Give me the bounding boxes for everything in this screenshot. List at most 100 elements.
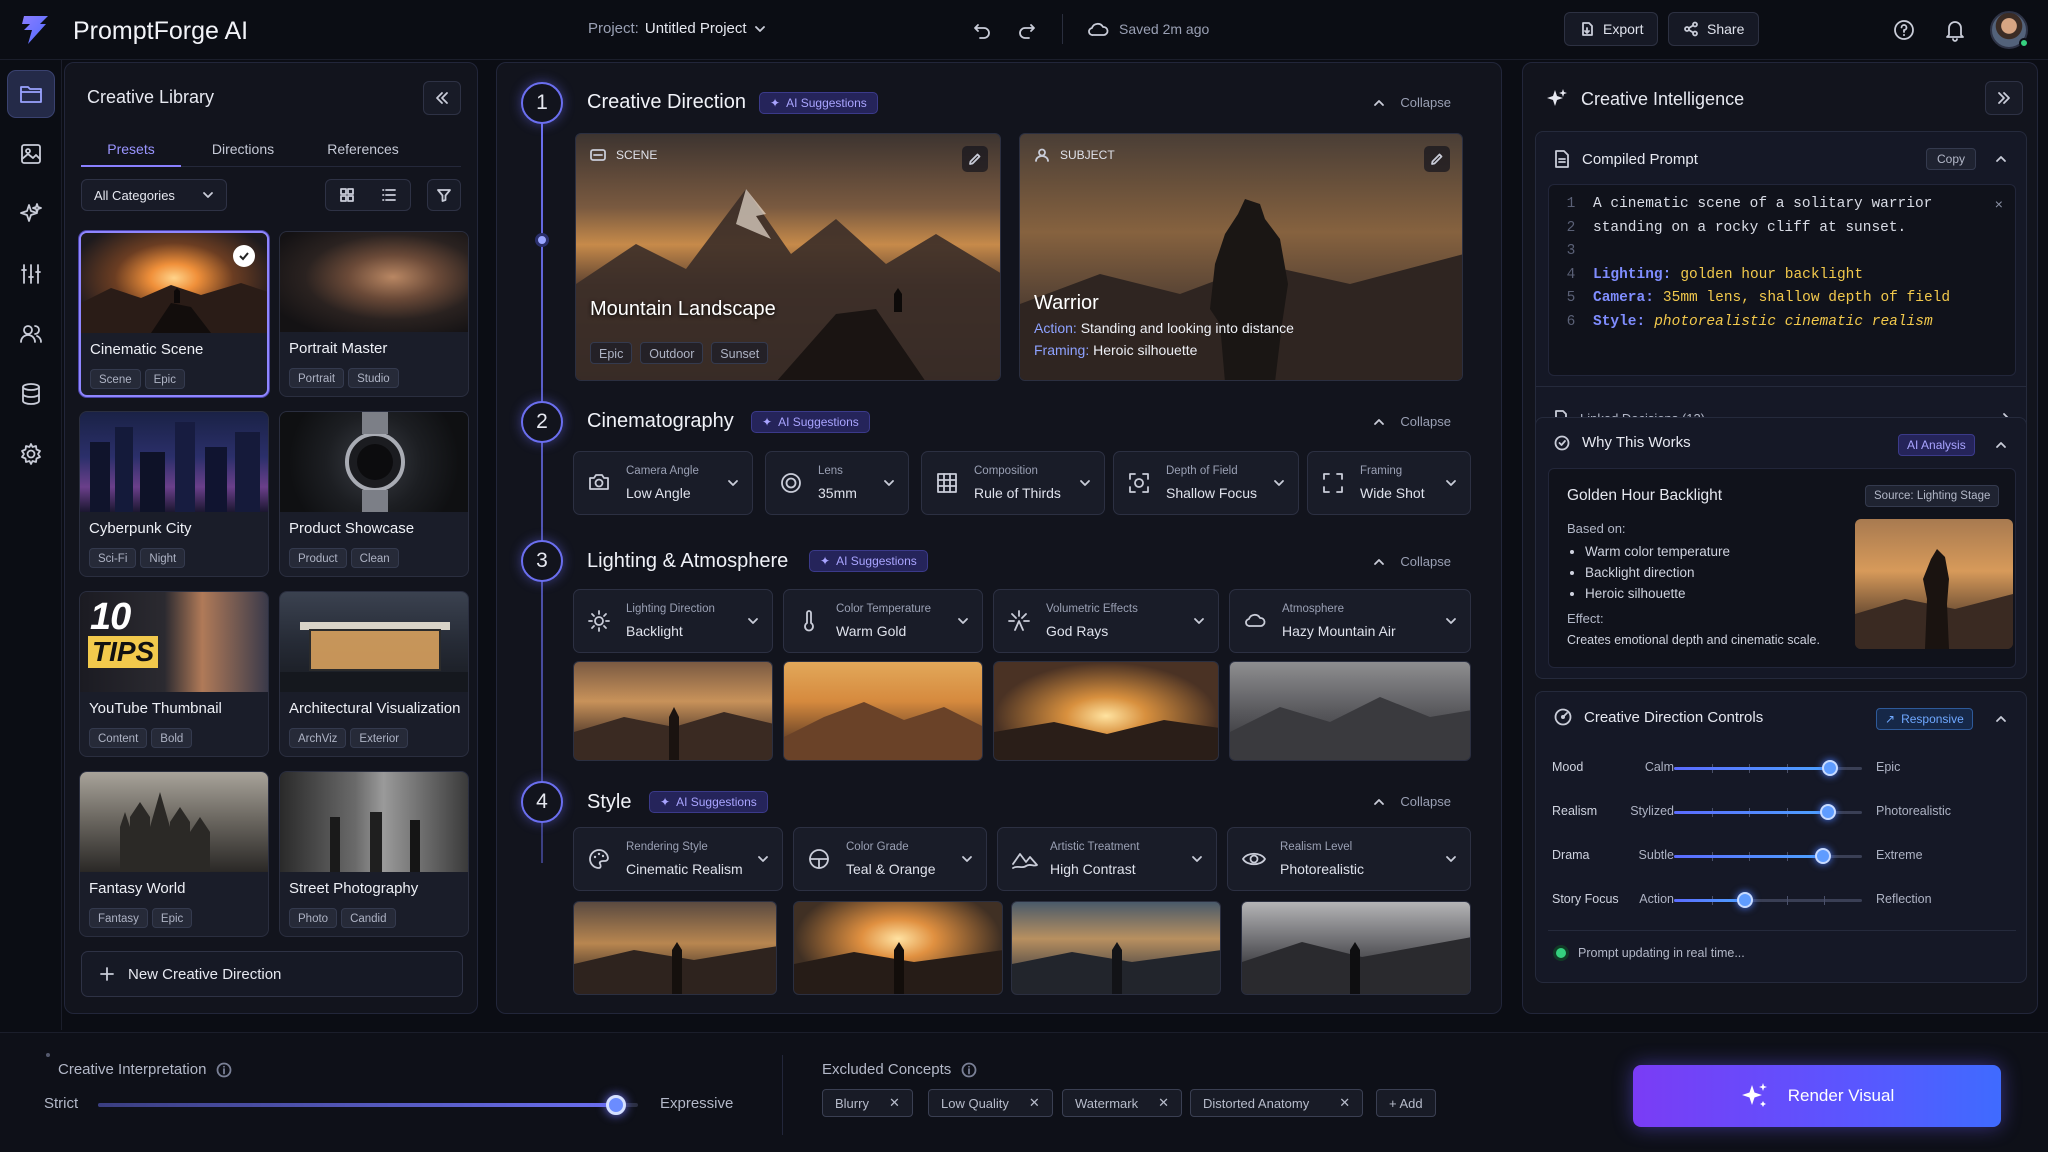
cloud-icon [1087,20,1109,38]
lighting-preview-image[interactable] [573,661,773,761]
style-preview-image[interactable] [793,901,1003,995]
slider-knob[interactable] [1814,848,1831,864]
excluded-chip[interactable]: Distorted Anatomy ✕ [1190,1089,1364,1117]
camera-angle-select[interactable]: Camera Angle Low Angle [573,451,753,515]
folder-icon[interactable] [6,70,55,118]
image-icon[interactable] [7,130,55,178]
collapse-right-panel-button[interactable] [1985,81,2023,115]
dropdown-value: Warm Gold [836,623,907,639]
lighting-preview-image[interactable] [783,661,983,761]
grid-view-icon[interactable] [326,187,368,203]
project-selector[interactable]: Project: Untitled Project [588,20,767,37]
undo-icon[interactable] [972,20,992,40]
atmosphere-select[interactable]: Atmosphere Hazy Mountain Air [1229,589,1471,653]
lens-select[interactable]: Lens 35mm [765,451,909,515]
subject-card[interactable]: SUBJECT Warrior Action: Standing and loo… [1019,133,1463,381]
render-visual-button[interactable]: Render Visual [1633,1065,2001,1127]
interpretation-slider[interactable] [98,1095,638,1115]
collapse-button[interactable]: Collapse [1372,414,1451,429]
excluded-chip[interactable]: Watermark ✕ [1062,1089,1182,1117]
lighting-preview-image[interactable] [993,661,1219,761]
edit-pencil-icon[interactable] [962,146,988,172]
tab-references[interactable]: References [313,137,413,161]
new-creative-direction-button[interactable]: New Creative Direction [81,951,463,997]
collapse-button[interactable]: Collapse [1372,95,1451,110]
preset-card-portrait-master[interactable]: Portrait Master Portrait Studio [279,231,469,397]
list-view-icon[interactable] [368,187,410,203]
style-preview-image[interactable] [1241,901,1471,995]
prompt-code-block[interactable]: × 1A cinematic scene of a solitary warri… [1548,184,2016,376]
collapse-button[interactable]: Collapse [1372,794,1451,809]
ai-suggestions-badge[interactable]: ✦ AI Suggestions [759,92,878,114]
filter-button[interactable] [427,179,461,211]
tab-presets[interactable]: Presets [81,137,181,167]
preset-card-product-showcase[interactable]: Product Showcase Product Clean [279,411,469,577]
chevron-up-icon[interactable] [1994,712,2008,726]
remove-x-icon[interactable]: ✕ [1158,1095,1169,1111]
slider-track[interactable] [1674,760,1862,776]
scene-tag[interactable]: Epic [590,342,633,364]
clear-icon[interactable]: × [1995,195,2003,219]
preset-card-street-photography[interactable]: Street Photography Photo Candid [279,771,469,937]
dropdown-label: Volumetric Effects [1046,603,1138,615]
category-select[interactable]: All Categories [81,179,227,211]
lighting-direction-select[interactable]: Lighting Direction Backlight [573,589,773,653]
scene-card[interactable]: SCENE Mountain Landscape Epic Outdoor Su… [575,133,1001,381]
scene-tag[interactable]: Outdoor [640,342,704,364]
style-preview-image[interactable] [573,901,777,995]
sparkle-icon[interactable] [7,190,55,238]
edit-pencil-icon[interactable] [1424,146,1450,172]
preset-card-cyberpunk-city[interactable]: Cyberpunk City Sci-Fi Night [79,411,269,577]
scene-tag[interactable]: Sunset [711,342,769,364]
slider-knob[interactable] [606,1095,627,1115]
copy-button[interactable]: Copy [1926,148,1977,170]
slider-track[interactable] [1674,848,1862,864]
ai-suggestions-badge[interactable]: ✦ AI Suggestions [649,791,768,813]
remove-x-icon[interactable]: ✕ [1339,1095,1350,1111]
preset-card-architectural-visualization[interactable]: Architectural Visualization ArchViz Exter… [279,591,469,757]
logo-icon[interactable] [18,14,52,46]
slider-knob[interactable] [1820,804,1837,820]
chevron-up-icon[interactable] [1994,438,2008,452]
ai-suggestions-badge[interactable]: ✦ AI Suggestions [809,550,928,572]
rendering-style-select[interactable]: Rendering Style Cinematic Realism [573,827,783,891]
share-button[interactable]: Share [1668,12,1760,46]
depth-of-field-select[interactable]: Depth of Field Shallow Focus [1113,451,1299,515]
remove-x-icon[interactable]: ✕ [889,1095,900,1111]
database-icon[interactable] [7,370,55,418]
export-button[interactable]: Export [1564,12,1659,46]
info-icon[interactable] [961,1062,977,1078]
users-icon[interactable] [7,310,55,358]
preset-card-fantasy-world[interactable]: Fantasy World Fantasy Epic [79,771,269,937]
info-icon[interactable] [216,1062,232,1078]
chevron-up-icon[interactable] [1994,152,2008,166]
collapse-panel-button[interactable] [423,81,461,115]
slider-knob[interactable] [1822,760,1839,776]
settings-gear-icon[interactable] [7,430,55,478]
preset-card-youtube-thumbnail[interactable]: 10 TIPS YouTube Thumbnail Content Bold [79,591,269,757]
tab-directions[interactable]: Directions [193,137,293,161]
color-temperature-select[interactable]: Color Temperature Warm Gold [783,589,983,653]
ai-suggestions-badge[interactable]: ✦ AI Suggestions [751,411,870,433]
lighting-preview-image[interactable] [1229,661,1471,761]
composition-select[interactable]: Composition Rule of Thirds [921,451,1105,515]
remove-x-icon[interactable]: ✕ [1029,1095,1040,1111]
add-excluded-button[interactable]: + Add [1376,1089,1436,1117]
slider-track[interactable] [1674,804,1862,820]
preset-card-cinematic-scene[interactable]: Cinematic Scene Scene Epic [79,231,269,397]
sliders-icon[interactable] [7,250,55,298]
help-icon[interactable] [1893,19,1915,41]
slider-track[interactable] [1674,892,1862,908]
excluded-chip[interactable]: Low Quality ✕ [928,1089,1053,1117]
color-grade-select[interactable]: Color Grade Teal & Orange [793,827,987,891]
realism-level-select[interactable]: Realism Level Photorealistic [1227,827,1471,891]
excluded-chip[interactable]: Blurry ✕ [822,1089,913,1117]
redo-icon[interactable] [1017,20,1037,40]
framing-select[interactable]: Framing Wide Shot [1307,451,1471,515]
artistic-treatment-select[interactable]: Artistic Treatment High Contrast [997,827,1217,891]
bell-icon[interactable] [1944,18,1966,42]
collapse-button[interactable]: Collapse [1372,554,1451,569]
volumetric-effects-select[interactable]: Volumetric Effects God Rays [993,589,1219,653]
slider-knob[interactable] [1737,892,1754,908]
style-preview-image[interactable] [1011,901,1221,995]
